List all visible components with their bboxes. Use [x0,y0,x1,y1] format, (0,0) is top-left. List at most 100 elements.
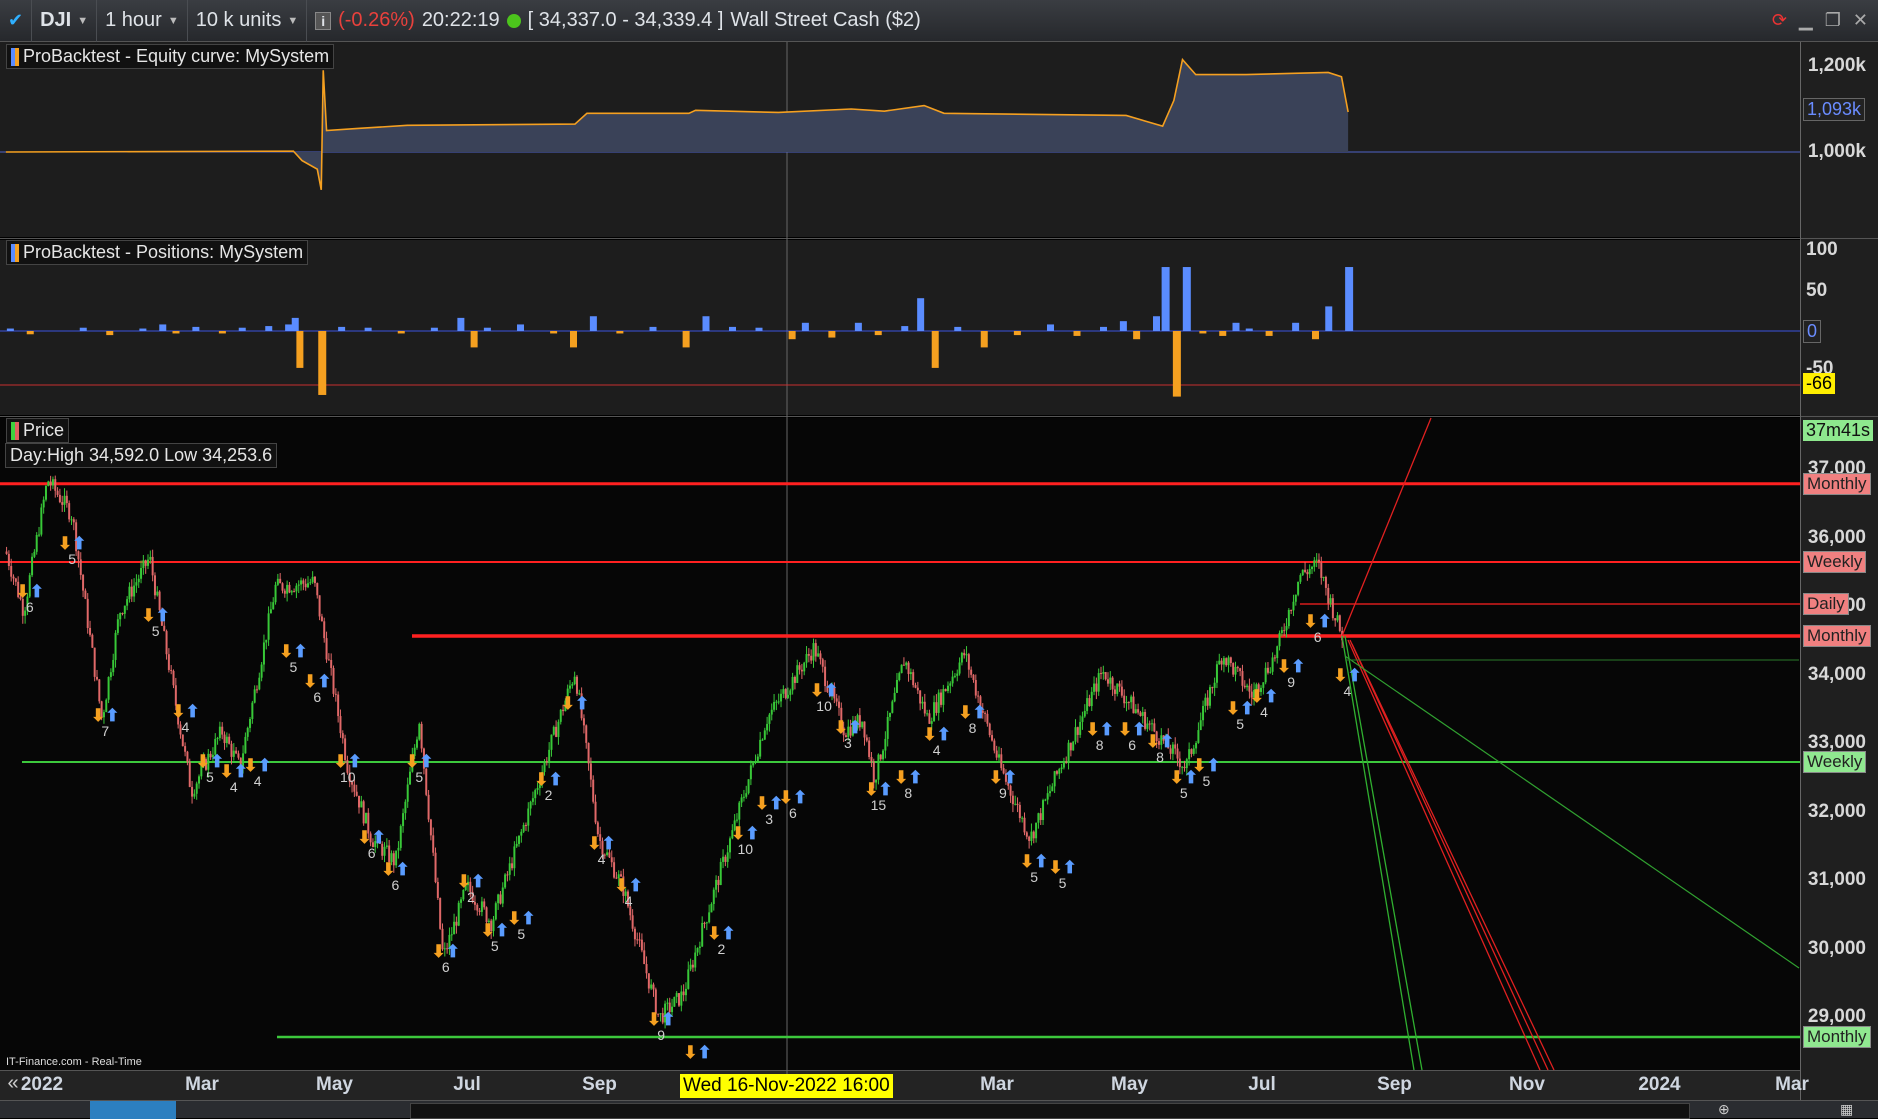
info-icon[interactable]: i [315,11,332,30]
candle [905,662,908,666]
candle [249,718,252,728]
units-selector[interactable]: 10 k units ▼ [188,0,308,42]
trade-signal[interactable]: ⬇⬆ 2 [707,925,736,956]
trade-signal[interactable]: ⬇⬆ 15 [864,781,893,812]
equity-panel-title[interactable]: ProBacktest - Equity curve: MySystem [6,44,335,69]
sync-icon[interactable]: ⟳ [1772,10,1787,31]
trade-signal[interactable]: ⬇⬆ 6 [779,789,808,820]
trade-signal[interactable]: ⬇⬆ 3 [834,719,863,750]
trade-signal[interactable]: ⬇⬆ 6 [16,583,45,614]
trade-signal[interactable]: ⬇⬆ 5 [1020,853,1049,884]
signal-count: 5 [1058,874,1067,891]
share-button[interactable] [90,1101,176,1119]
trade-signal[interactable]: ⬇⬆ 2 [457,873,486,904]
candle [930,721,933,724]
trade-signal[interactable]: ⬇⬆ 5 [1192,757,1221,788]
trade-signal[interactable]: ⬇⬆ [683,1044,712,1061]
trade-signal[interactable]: ⬇⬆ 5 [279,643,308,674]
trade-signal[interactable]: ⬇⬆ 5 [405,753,434,784]
trade-signal[interactable]: ⬇⬆ 4 [1250,688,1279,719]
candle [320,616,323,622]
time-tick: Nov [1509,1074,1545,1095]
trade-signal[interactable]: ⬇⬆ 8 [958,704,987,735]
minimize-icon[interactable]: ▁ [1799,10,1813,31]
candle [1178,758,1181,768]
candle [1331,598,1334,619]
trade-signal[interactable]: ⬇⬆ 4 [922,726,951,757]
candle [1053,771,1056,787]
trade-signal[interactable]: ⬇⬆ 5 [507,910,536,941]
chart-canvas[interactable] [0,0,1878,1118]
trade-signal[interactable]: ⬇⬆ 9 [989,769,1018,800]
trade-signal[interactable]: ⬇⬆ 2 [534,771,563,802]
candle [817,653,820,657]
trade-signal[interactable]: ⬇⬆ 4 [171,703,200,734]
trade-signal[interactable]: ⬇⬆ 5 [141,607,170,638]
candle [798,665,801,670]
trade-signal[interactable]: ⬇⬆ 4 [243,757,272,788]
signal-count: 9 [999,784,1007,801]
candle [631,915,634,929]
zoom-icon[interactable]: ⊕ [1718,1101,1730,1118]
trade-signal[interactable]: ⬇⬆ 8 [894,769,923,800]
close-icon[interactable]: ✕ [1853,10,1868,31]
trade-signal[interactable]: ⬇⬆ 6 [1303,613,1332,644]
trade-signal[interactable]: ⬇⬆ 4 [1333,667,1362,698]
position-bar [1245,328,1253,331]
trade-signal[interactable]: ⬇⬆ 10 [810,682,839,713]
candle [112,659,115,673]
trade-signal[interactable]: ⬇⬆ 9 [1277,658,1306,689]
candle [712,889,715,904]
trade-signal[interactable]: ⬇⬆ 8 [1146,733,1175,764]
candle [1278,632,1281,647]
trade-signal[interactable]: ⬇⬆ [561,695,590,712]
candle [119,613,122,620]
positions-panel-title[interactable]: ProBacktest - Positions: MySystem [6,240,309,265]
candle [121,613,124,615]
trade-signal[interactable]: ⬇⬆ 9 [647,1011,676,1042]
trade-signal[interactable]: ⬇⬆ 5 [481,922,510,953]
trade-signal[interactable]: ⬇⬆ 5 [1048,859,1077,890]
position-bar [1073,331,1081,336]
candle [524,824,527,826]
sell-arrow-icon: ⬇ [560,693,575,713]
trade-signal[interactable]: ⬇⬆ 6 [432,943,461,974]
candle [63,495,66,505]
trade-signal[interactable]: ⬇⬆ 7 [91,707,120,738]
candle [1067,742,1070,762]
position-bar [980,331,988,348]
candle [916,687,919,691]
status-icon[interactable]: ✔ [0,0,33,42]
timeframe-selector[interactable]: 1 hour ▼ [97,0,188,42]
trade-signal[interactable]: ⬇⬆ 10 [731,825,760,856]
candle [170,669,173,671]
candle [645,964,648,974]
candle [167,654,170,670]
candle [402,813,405,827]
restore-icon[interactable]: ❐ [1825,10,1841,31]
trade-signal[interactable]: ⬇⬆ 4 [614,877,643,908]
candle [406,784,409,802]
horizontal-scrollbar[interactable] [410,1103,1690,1119]
trade-signal[interactable]: ⬇⬆ 8 [1085,721,1114,752]
signal-count: 5 [517,926,526,943]
symbol-selector[interactable]: DJI ▼ [32,0,98,42]
trade-signal[interactable]: ⬇⬆ 6 [1118,721,1147,752]
equity-tick: 1,000k [1807,141,1866,162]
candle [358,795,361,808]
trade-signal[interactable]: ⬇⬆ 4 [587,835,616,866]
layout-icon[interactable]: ▦ [1840,1101,1853,1118]
trade-signal[interactable]: ⬇⬆ 6 [381,861,410,892]
candle [636,939,639,941]
signal-count: 5 [151,623,160,640]
chevron-down-icon: ▼ [77,14,89,27]
time-tick: Jul [453,1074,481,1095]
trade-signal[interactable]: ⬇⬆ 6 [303,673,332,704]
signal-count: 6 [313,689,322,706]
trade-signal[interactable]: ⬇⬆ 10 [334,753,363,784]
signal-count: 6 [1313,629,1322,646]
price-panel-title[interactable]: Price [6,418,70,443]
trade-signal[interactable]: ⬇⬆ 5 [58,535,87,566]
candle [1021,817,1024,819]
trade-signal[interactable]: ⬇⬆ 6 [357,829,386,860]
